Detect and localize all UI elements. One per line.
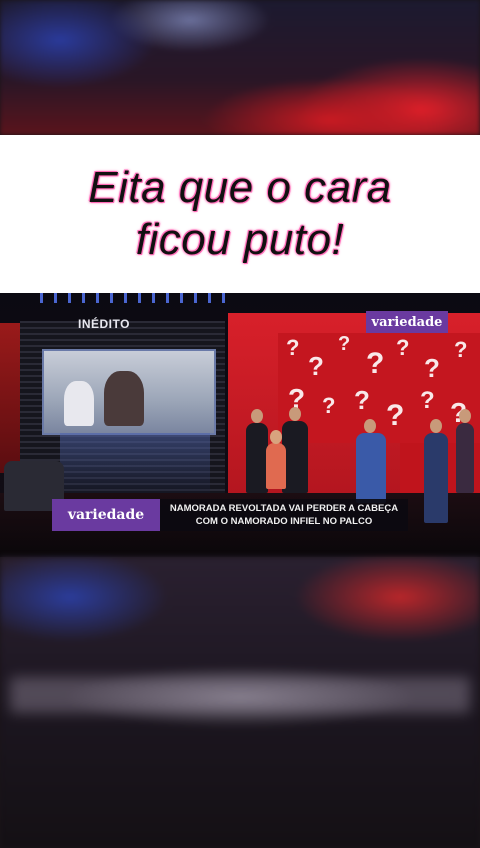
- person-dancer: [456, 423, 474, 493]
- caption-line-2: ficou puto!: [135, 215, 345, 264]
- blurred-background-top: [0, 0, 480, 135]
- studio-screen: [42, 349, 216, 435]
- lower-third-text: NAMORADA REVOLTADA VAI PERDER A CABEÇA C…: [160, 499, 408, 531]
- person-security: [424, 433, 448, 523]
- person-woman: [266, 443, 286, 489]
- lower-third-line-1: NAMORADA REVOLTADA VAI PERDER A CABEÇA: [169, 503, 399, 514]
- variedade-watermark: variedade: [366, 311, 448, 333]
- inedito-badge: INÉDITO: [78, 317, 130, 331]
- person-cameraman: [356, 433, 386, 503]
- person-host: [246, 423, 268, 493]
- caption-banner: Eita que o cara ficou puto!: [0, 135, 480, 293]
- lower-third-banner: variedade NAMORADA REVOLTADA VAI PERDER …: [52, 499, 408, 531]
- blurred-lower-third: [10, 677, 470, 713]
- blurred-background-bottom: [0, 557, 480, 848]
- screen-reflection: [60, 433, 210, 493]
- lower-third-line-2: COM O NAMORADO INFIEL NO PALCO: [195, 516, 373, 527]
- stage-lights: [40, 293, 230, 303]
- caption-line-1: Eita que o cara: [88, 163, 392, 212]
- video-frame[interactable]: INÉDITO ? ? ? ? ? ? ? ? ? ? ? ? ? varied…: [0, 293, 480, 557]
- question-mark-panel: ? ? ? ? ? ? ? ? ? ? ? ? ?: [278, 333, 480, 443]
- lower-third-brand: variedade: [52, 499, 160, 531]
